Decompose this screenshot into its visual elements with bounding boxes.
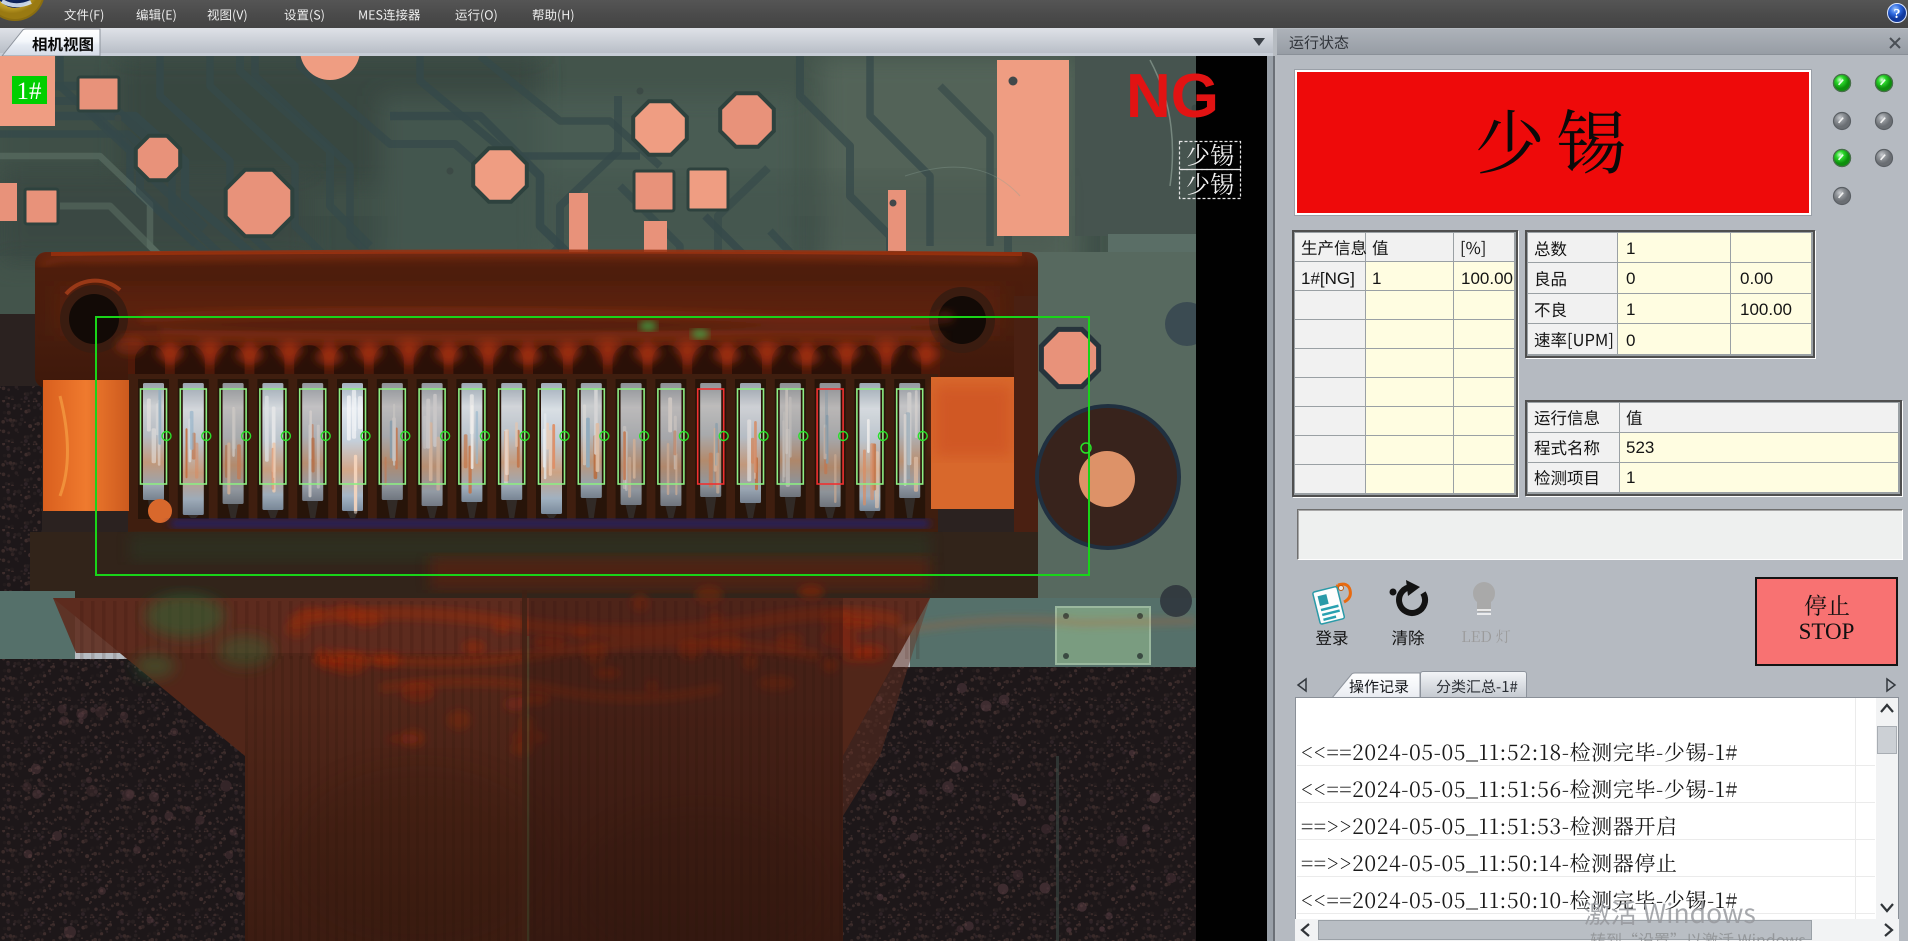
svg-text:1#: 1#: [17, 78, 43, 105]
